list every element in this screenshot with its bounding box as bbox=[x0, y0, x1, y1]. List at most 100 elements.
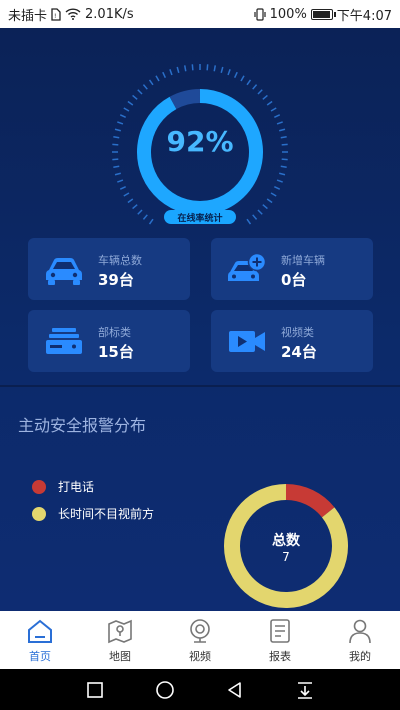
gauge-tick bbox=[262, 94, 268, 100]
gauge-tick bbox=[119, 185, 126, 190]
stat-value: 15台 bbox=[98, 343, 134, 361]
gauge-tick bbox=[176, 66, 180, 73]
tab-label: 地图 bbox=[109, 650, 131, 663]
gauge-tick bbox=[257, 89, 263, 95]
tab-label: 首页 bbox=[29, 650, 51, 663]
stat-title: 视频类 bbox=[281, 326, 314, 339]
network-speed: 2.01K/s bbox=[85, 6, 134, 22]
gauge-tick bbox=[240, 75, 245, 82]
home-icon bbox=[28, 619, 52, 643]
gauge-tick bbox=[274, 185, 281, 190]
legend-item-phone-call: 打电话 bbox=[32, 478, 94, 495]
stat-card-standard-devices[interactable]: 部标类 15台 bbox=[28, 310, 190, 372]
tab-video[interactable]: 视频 bbox=[160, 611, 240, 669]
gauge-tick bbox=[276, 121, 283, 125]
gauge-tick bbox=[280, 135, 287, 139]
map-icon bbox=[108, 619, 132, 644]
gauge-tick bbox=[246, 79, 252, 86]
stat-title: 新增车辆 bbox=[281, 254, 325, 267]
tab-report[interactable]: 报表 bbox=[240, 611, 320, 669]
gauge-tick bbox=[137, 89, 143, 95]
gauge-tick bbox=[279, 128, 286, 132]
stat-card-total-vehicles[interactable]: 车辆总数 39台 bbox=[28, 238, 190, 300]
gauge-tick bbox=[213, 65, 217, 72]
stat-card-video-devices[interactable]: 视频类 24台 bbox=[211, 310, 373, 372]
gauge-tick bbox=[114, 172, 121, 176]
gauge-tick bbox=[280, 165, 287, 169]
gauge-tick bbox=[117, 121, 124, 125]
gauge-remainder-arc bbox=[169, 89, 201, 110]
gauge-tick bbox=[119, 114, 126, 119]
gauge-tick bbox=[137, 209, 143, 215]
gauge-tick bbox=[276, 179, 283, 183]
gauge-tick bbox=[142, 84, 148, 90]
notification-drawer-icon[interactable] bbox=[295, 680, 315, 700]
report-icon bbox=[270, 619, 290, 643]
home-circle-icon[interactable] bbox=[155, 680, 175, 700]
video-camera-icon bbox=[229, 331, 265, 352]
gauge-tick bbox=[132, 94, 138, 100]
tab-mine[interactable]: 我的 bbox=[320, 611, 400, 669]
recents-icon[interactable] bbox=[85, 680, 105, 700]
gauge-tick bbox=[281, 143, 288, 146]
status-bar: 未插卡 ! 2.01K/s 100% 下午4:07 bbox=[0, 0, 400, 28]
gauge-tick bbox=[132, 204, 138, 210]
stat-value: 0台 bbox=[281, 271, 307, 289]
gauge-tick bbox=[233, 71, 238, 78]
tab-home[interactable]: 首页 bbox=[0, 611, 80, 669]
device-icon bbox=[46, 328, 82, 354]
gauge-tick bbox=[191, 64, 194, 71]
legend-item-not-looking-ahead: 长时间不目视前方 bbox=[32, 505, 154, 522]
gauge-tick bbox=[266, 198, 273, 204]
stat-value: 24台 bbox=[281, 343, 317, 361]
gauge-tick bbox=[148, 79, 154, 86]
legend-label: 长时间不目视前方 bbox=[58, 507, 155, 521]
gauge-tick bbox=[112, 143, 119, 146]
back-icon[interactable] bbox=[225, 680, 245, 700]
stat-title: 部标类 bbox=[98, 326, 131, 339]
gauge-tick bbox=[262, 204, 268, 210]
gauge-tick bbox=[123, 192, 130, 197]
gauge-tick bbox=[270, 107, 277, 112]
gauge-tick bbox=[183, 65, 187, 72]
legend-dot bbox=[32, 506, 46, 521]
gauge-tick bbox=[270, 192, 277, 197]
battery-percent: 100% bbox=[269, 6, 307, 22]
donut-slice-0 bbox=[285, 484, 335, 518]
gauge-tick bbox=[246, 218, 252, 225]
stat-title: 车辆总数 bbox=[98, 254, 142, 267]
vibrate-icon bbox=[254, 7, 266, 21]
gauge-tick bbox=[169, 69, 173, 76]
webcam-icon bbox=[190, 619, 210, 643]
gauge-tick bbox=[281, 158, 288, 161]
gauge-tick bbox=[113, 165, 120, 169]
gauge-tick bbox=[252, 84, 258, 90]
gauge-tick bbox=[117, 179, 124, 183]
gauge-tick bbox=[142, 214, 148, 220]
gauge-tick bbox=[127, 100, 134, 106]
stat-value: 39台 bbox=[98, 271, 134, 289]
svg-text:!: ! bbox=[54, 13, 56, 20]
tab-label: 视频 bbox=[189, 650, 211, 663]
gauge-tick bbox=[274, 114, 281, 119]
gauge-tick bbox=[266, 100, 273, 106]
tab-map[interactable]: 地图 bbox=[80, 611, 160, 669]
stat-card-new-vehicles[interactable]: 新增车辆 0台 bbox=[211, 238, 373, 300]
gauge-tick bbox=[127, 198, 134, 204]
car-add-icon bbox=[228, 252, 267, 281]
gauge-tick bbox=[123, 107, 130, 112]
alarm-section-title: 主动安全报警分布 bbox=[18, 416, 147, 435]
gauge-tick bbox=[148, 218, 154, 225]
gauge-tick bbox=[112, 158, 119, 161]
tab-label: 报表 bbox=[269, 650, 291, 663]
system-nav-bar bbox=[0, 669, 400, 710]
gauge-tick bbox=[114, 128, 121, 132]
online-rate-value: 92% bbox=[166, 125, 234, 158]
donut-total-value: 7 bbox=[282, 550, 290, 564]
bottom-tab-bar: 首页 地图 视频 报表 我的 bbox=[0, 611, 400, 669]
section-divider bbox=[0, 385, 400, 387]
car-icon bbox=[46, 258, 82, 285]
tab-label: 我的 bbox=[349, 650, 371, 663]
wifi-icon bbox=[65, 8, 81, 20]
gauge-tick bbox=[206, 64, 209, 71]
